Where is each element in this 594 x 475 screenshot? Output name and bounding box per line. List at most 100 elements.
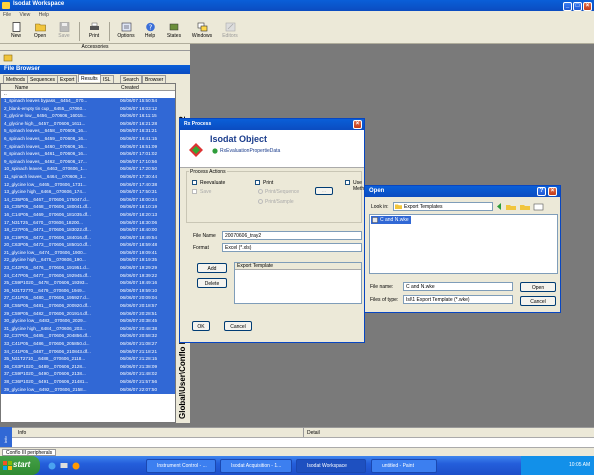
- states-button[interactable]: States: [162, 22, 186, 42]
- task-instrument-control[interactable]: Instrument Control - ...: [146, 459, 216, 473]
- open-help-button[interactable]: ?: [537, 187, 546, 196]
- table-row[interactable]: 7_spinach leaves__6460__070606_16... 06/0…: [1, 143, 175, 152]
- print-sample-radio[interactable]: [258, 199, 263, 204]
- explorer-icon[interactable]: [3, 53, 13, 63]
- new-button[interactable]: New: [4, 22, 28, 42]
- table-row[interactable]: 26_N31T2770__6479__070606_1949... 06/06/0…: [1, 287, 175, 296]
- task-isodat-workspace[interactable]: Isodat Workspace: [296, 459, 366, 473]
- table-row[interactable]: 34_C41P05__6487__070606_210843.df... 06/0…: [1, 348, 175, 357]
- table-row[interactable]: 23_C42P05__6476__070606_191951.d... 06/06…: [1, 265, 175, 273]
- table-row[interactable]: 16_C14P05__6469__070606_181035.df... 06/0…: [1, 211, 175, 220]
- column-name[interactable]: Name: [15, 85, 28, 91]
- add-button[interactable]: Add: [197, 263, 227, 273]
- table-row[interactable]: 5_spinach leaves__6458__070606_16... 06/0…: [1, 128, 175, 136]
- minimize-button[interactable]: _: [563, 2, 572, 11]
- table-row[interactable]: 31_glycine high__6484__070606_203... 06/0…: [1, 325, 175, 334]
- table-row[interactable]: 18_C27P05__6471__070606_183022.df... 06/0…: [1, 227, 175, 235]
- use-method-checkbox[interactable]: [345, 180, 350, 185]
- open-button[interactable]: Open: [28, 22, 52, 42]
- table-row[interactable]: 15_C35P05__6468__070606_180041.df... 06/0…: [1, 204, 175, 212]
- ie-icon[interactable]: [48, 462, 56, 470]
- print-sequence-radio[interactable]: [258, 189, 263, 194]
- options-button[interactable]: Options: [114, 22, 138, 42]
- table-row[interactable]: 28_C55P05__6481__070606_200920.df... 06/0…: [1, 303, 175, 311]
- info-column[interactable]: Info: [18, 430, 26, 436]
- menu-help[interactable]: Help: [39, 12, 49, 18]
- table-row[interactable]: 17_N31T25__6470__070606_18200... 06/06/07…: [1, 219, 175, 228]
- table-row[interactable]: 8_spinach leaves__6461__070606_16... 06/0…: [1, 151, 175, 159]
- table-row[interactable]: 2_blank-empty tin cup__6455__07060... 06/…: [1, 105, 175, 114]
- close-button[interactable]: ×: [583, 2, 592, 11]
- look-in-select[interactable]: Export Templates: [393, 202, 493, 211]
- table-row[interactable]: 22_glycine high__6475__070606_190... 06/0…: [1, 257, 175, 266]
- tab-methods[interactable]: Methods: [3, 75, 29, 83]
- tab-search[interactable]: Search: [120, 75, 142, 83]
- info-side-tab[interactable]: Info: [0, 427, 12, 447]
- ok-button[interactable]: OK: [192, 321, 210, 331]
- file-list-pane[interactable]: C and N.wke: [369, 214, 558, 274]
- open-file-name-input[interactable]: C and N.wke: [403, 282, 513, 291]
- table-row[interactable]: 4_glycine high__6457__070606_1611... 06/0…: [1, 120, 175, 129]
- table-row[interactable]: 3_glycine low__6456__070606_16015... 06/0…: [1, 113, 175, 121]
- detail-column[interactable]: Detail: [307, 430, 320, 436]
- open-close-button[interactable]: ×: [548, 187, 557, 196]
- table-row[interactable]: 1_spinach leaves bypass__6454__070... 06/…: [1, 98, 175, 106]
- task-isodat-acquisition[interactable]: Isodat Acquisition - 1...: [220, 459, 292, 473]
- tab-isl[interactable]: ISL: [100, 75, 114, 83]
- editors-button[interactable]: Editors: [218, 22, 242, 42]
- table-row[interactable]: 35_N31T2710__6488__070606_2118... 06/06/0…: [1, 356, 175, 364]
- rx-cancel-button[interactable]: Cancel: [224, 321, 252, 331]
- format-select[interactable]: Excel (*.xls): [222, 243, 362, 252]
- delete-button[interactable]: Delete: [197, 278, 227, 288]
- menu-file[interactable]: File: [3, 12, 11, 18]
- file-list[interactable]: Name Created .. 1_spinach leaves bypass_…: [0, 83, 176, 423]
- print-button[interactable]: Print: [82, 22, 106, 42]
- table-row[interactable]: 33_C41P05__6486__070606_205850.d... 06/06…: [1, 341, 175, 349]
- parent-folder-row[interactable]: ..: [1, 91, 175, 98]
- table-row[interactable]: 25_C59P1020__6478__070606_19393... 06/06/…: [1, 280, 175, 288]
- tab-sequences[interactable]: Sequences: [27, 75, 59, 83]
- table-row[interactable]: 6_spinach leaves__6459__070606_16... 06/0…: [1, 135, 175, 144]
- table-row[interactable]: 36_C63P1020__6489__070606_2128... 06/06/0…: [1, 363, 175, 372]
- table-row[interactable]: 27_C41P05__6480__070606_195927.d... 06/06…: [1, 295, 175, 304]
- table-row[interactable]: 13_glycine high__6466__070606_174... 06/0…: [1, 189, 175, 197]
- media-icon[interactable]: [72, 462, 80, 470]
- table-row[interactable]: 29_C59P05__6482__070606_201914.df... 06/0…: [1, 310, 175, 319]
- maximize-button[interactable]: □: [573, 2, 582, 11]
- task-paint[interactable]: untitled - Paint: [371, 459, 437, 473]
- open-dialog-toolbar[interactable]: [496, 202, 546, 211]
- reevaluate-checkbox[interactable]: [192, 180, 197, 185]
- menu-view[interactable]: View: [19, 12, 30, 18]
- table-row[interactable]: 30_glycine low__6483__070606_2029... 06/0…: [1, 318, 175, 326]
- column-created[interactable]: Created: [121, 85, 139, 91]
- open-button-dialog[interactable]: Open: [520, 282, 556, 292]
- table-row[interactable]: 19_C19P05__6472__070606_184016.df... 06/0…: [1, 234, 175, 243]
- print-options-button[interactable]: ...: [315, 187, 333, 195]
- files-of-type-select[interactable]: Isl\1 Export Template (*.wke): [403, 295, 513, 304]
- table-row[interactable]: 21_glycine low__6474__070606_1900... 06/0…: [1, 249, 175, 258]
- table-row[interactable]: 32_C37P05__6485__070606_204856.df... 06/0…: [1, 333, 175, 341]
- tab-export[interactable]: Export: [57, 75, 78, 83]
- table-row[interactable]: 10_spinach leaves__6463__070606_1... 06/0…: [1, 166, 175, 174]
- tab-results[interactable]: Results: [78, 74, 101, 82]
- rx-file-name-input[interactable]: 20070606_tray2: [222, 231, 362, 240]
- help-button[interactable]: ? Help: [138, 22, 162, 42]
- table-row[interactable]: 37_C59P1020__6490__070606_2138... 06/06/0…: [1, 371, 175, 379]
- windows-button[interactable]: Windows: [190, 22, 214, 42]
- table-row[interactable]: 9_spinach leaves__6462__070606_17... 06/0…: [1, 158, 175, 167]
- table-row[interactable]: 20_C63P05__6473__070606_185010.df... 06/0…: [1, 242, 175, 250]
- table-row[interactable]: 39_glycine low__6492__070606_2158... 06/0…: [1, 386, 175, 395]
- desktop-icon[interactable]: [60, 462, 68, 470]
- save-button[interactable]: Save: [52, 22, 76, 42]
- print-checkbox[interactable]: [255, 180, 260, 185]
- table-row[interactable]: 38_C36P1020__6491__070606_21481... 06/06/…: [1, 378, 175, 387]
- save-checkbox[interactable]: [192, 189, 197, 194]
- open-cancel-button[interactable]: Cancel: [520, 296, 556, 306]
- tab-browser[interactable]: Browser: [142, 75, 167, 83]
- table-row[interactable]: 14_C35P05__6467__070606_175047.d... 06/06…: [1, 196, 175, 205]
- export-template-list[interactable]: Export Template: [234, 262, 362, 304]
- peripherals-tab[interactable]: Conflo III peripherals: [2, 449, 57, 456]
- table-row[interactable]: 11_spinach leaves__6464__070606_1... 06/0…: [1, 173, 175, 182]
- rx-close-button[interactable]: ×: [353, 120, 362, 129]
- table-row[interactable]: 24_C47P05__6477__070606_192945.df... 06/0…: [1, 272, 175, 281]
